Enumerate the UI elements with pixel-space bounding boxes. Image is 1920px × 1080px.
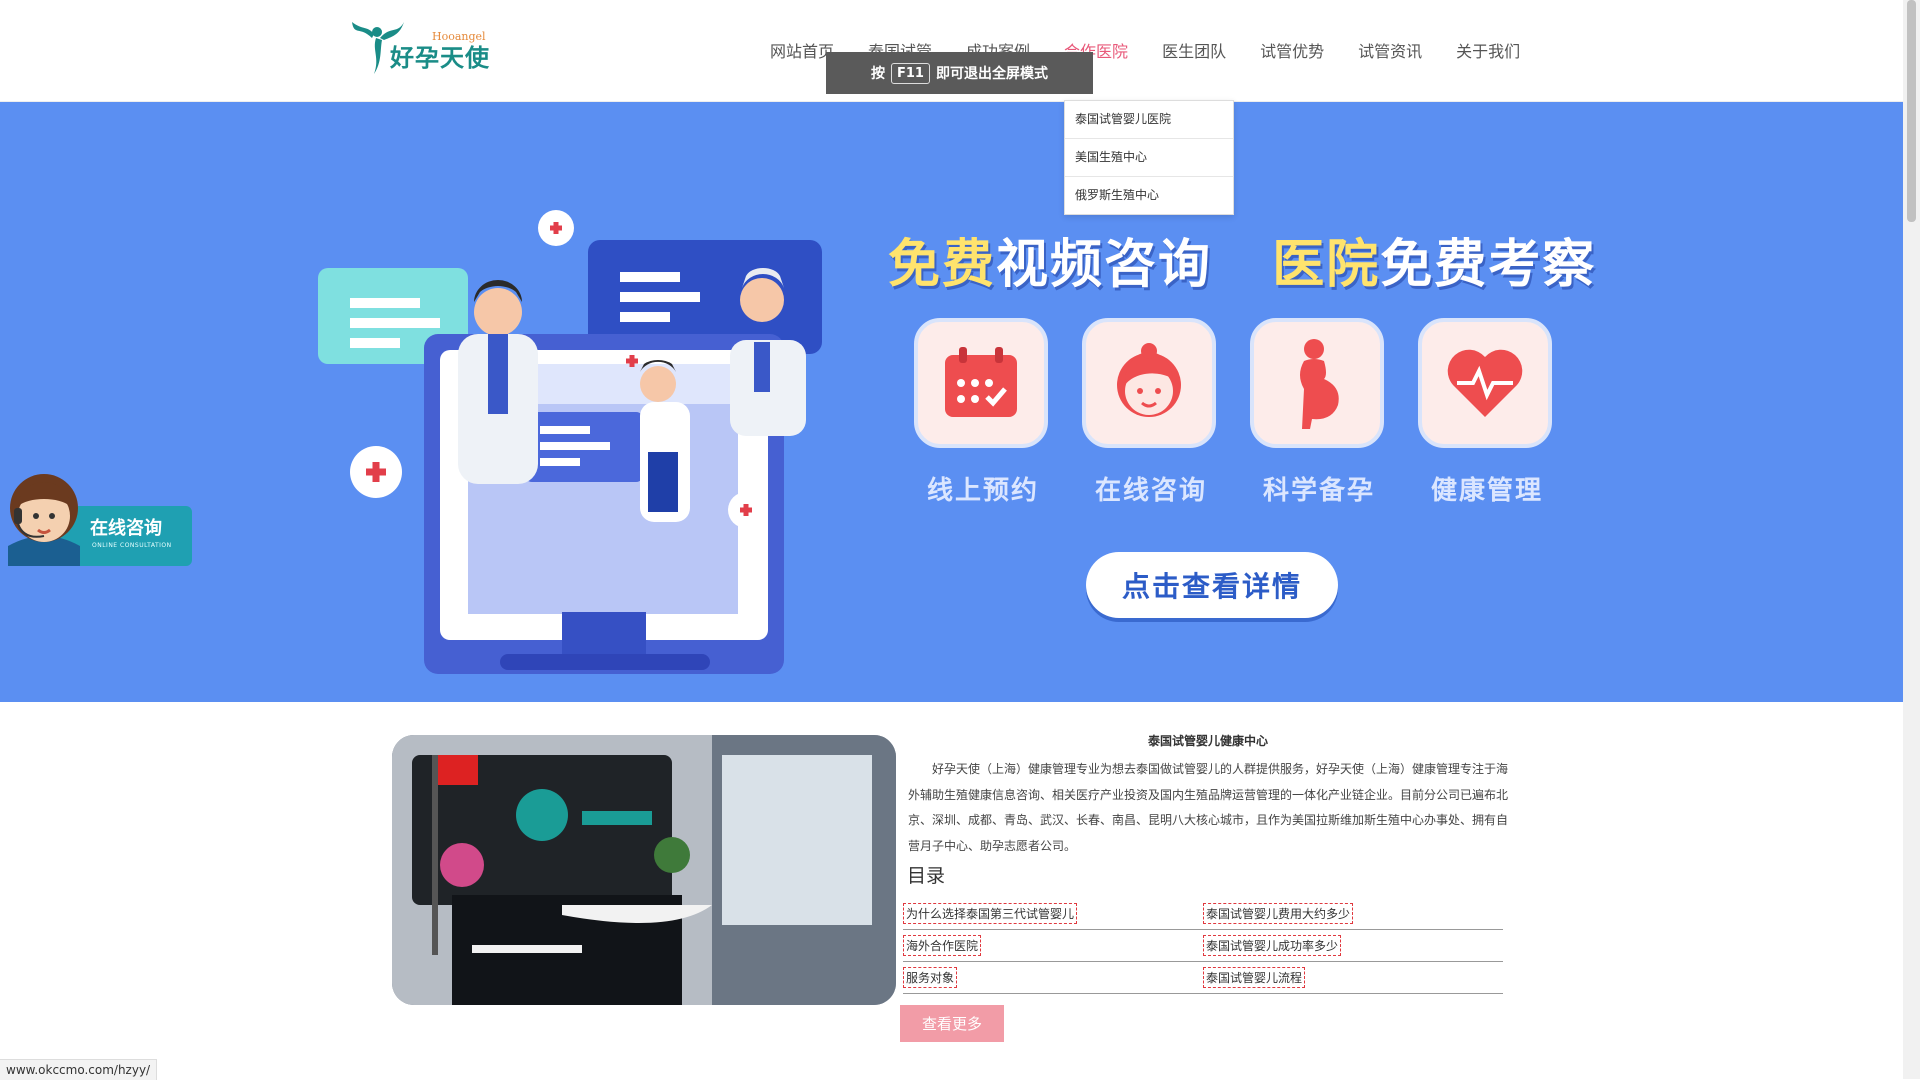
headline-video-consult: 视频咨询 (996, 235, 1213, 295)
toc-cell: 泰国试管婴儿费用大约多少 (1203, 903, 1503, 924)
feature-health-management[interactable]: 健康管理 (1418, 318, 1556, 507)
heart-pulse-icon (1447, 349, 1523, 417)
consultant-face-icon (1117, 343, 1181, 417)
about-title: 泰国试管婴儿健康中心 (1147, 734, 1268, 748)
partner-hospitals-dropdown: 泰国试管婴儿医院 美国生殖中心 俄罗斯生殖中心 (1064, 100, 1234, 215)
view-details-button[interactable]: 点击查看详情 (1086, 552, 1338, 618)
status-bar-url: www.okccmo.com/hzyy/ (0, 1059, 158, 1080)
view-more-button[interactable]: 查看更多 (900, 1005, 1004, 1042)
logo-chinese: 好孕天使 (390, 43, 490, 72)
toc-link[interactable]: 泰国试管婴儿费用大约多少 (1203, 903, 1354, 924)
feature-box (1418, 318, 1552, 448)
toc-link[interactable]: 泰国试管婴儿成功率多少 (1203, 935, 1342, 956)
hero-banner[interactable]: 免费视频咨询 医院免费考察 线上预约 在线咨询 科学备孕 健康管理 点击查看详情 (0, 102, 1903, 702)
headline-hospital: 医院 (1272, 235, 1381, 295)
feature-box (1082, 318, 1216, 448)
nav-about-us[interactable]: 关于我们 (1456, 38, 1520, 62)
banner-headline: 免费视频咨询 医院免费考察 (888, 222, 1596, 297)
headline-free: 免费 (888, 235, 997, 295)
table-of-contents: 为什么选择泰国第三代试管婴儿 泰国试管婴儿费用大约多少 海外合作医院 泰国试管婴… (903, 898, 1503, 994)
toc-cell: 泰国试管婴儿成功率多少 (1203, 935, 1503, 956)
pregnant-woman-icon (1300, 339, 1339, 429)
feature-online-booking[interactable]: 线上预约 (914, 318, 1052, 507)
about-description: 好孕天使（上海）健康管理专业为想去泰国做试管婴儿的人群提供服务，好孕天使（上海）… (908, 762, 1509, 853)
toc-row: 为什么选择泰国第三代试管婴儿 泰国试管婴儿费用大约多少 (903, 898, 1503, 930)
toc-link[interactable]: 海外合作医院 (903, 935, 982, 956)
toc-link[interactable]: 服务对象 (903, 967, 958, 988)
toc-link[interactable]: 泰国试管婴儿流程 (1203, 967, 1306, 988)
feature-label: 线上预约 (926, 476, 1039, 506)
feature-label: 在线咨询 (1094, 476, 1207, 506)
scrollbar-thumb[interactable] (1907, 0, 1916, 222)
nav-ivf-news[interactable]: 试管资讯 (1358, 38, 1422, 62)
reception-photo-image (392, 735, 896, 1005)
feature-label: 科学备孕 (1262, 476, 1375, 506)
toc-title: 目录 (907, 865, 946, 887)
feature-box (1250, 318, 1384, 448)
banner-features: 线上预约 在线咨询 科学备孕 健康管理 (914, 318, 1556, 507)
nav-home[interactable]: 网站首页 (770, 38, 834, 62)
office-reception-photo (392, 735, 896, 1005)
calendar-icon (945, 347, 1017, 417)
toc-row: 服务对象 泰国试管婴儿流程 (903, 962, 1503, 994)
toast-suffix: 即可退出全屏模式 (935, 66, 1048, 82)
toc-cell: 服务对象 (903, 967, 1203, 988)
toc-cell: 为什么选择泰国第三代试管婴儿 (903, 903, 1203, 924)
consultation-title: 在线咨询 (90, 518, 162, 539)
f11-key: F11 (891, 62, 930, 84)
online-consultation-widget[interactable]: 在线咨询 ONLINE CONSULTATION (0, 462, 192, 566)
nav-ivf-advantages[interactable]: 试管优势 (1260, 38, 1324, 62)
toc-link[interactable]: 为什么选择泰国第三代试管婴儿 (903, 903, 1078, 924)
nav-doctor-team[interactable]: 医生团队 (1162, 38, 1226, 62)
toc-cell: 海外合作医院 (903, 935, 1203, 956)
dropdown-item-thailand-hospital[interactable]: 泰国试管婴儿医院 (1065, 101, 1233, 139)
consultation-subtitle: ONLINE CONSULTATION (92, 542, 172, 549)
dropdown-item-us-center[interactable]: 美国生殖中心 (1065, 139, 1233, 177)
feature-box (914, 318, 1048, 448)
toc-cell: 泰国试管婴儿流程 (1203, 967, 1503, 988)
feature-pregnancy-prep[interactable]: 科学备孕 (1250, 318, 1388, 507)
feature-online-consult[interactable]: 在线咨询 (1082, 318, 1220, 507)
headline-free-visit: 免费考察 (1380, 235, 1597, 295)
feature-label: 健康管理 (1430, 476, 1543, 506)
fullscreen-exit-toast: 按 F11 即可退出全屏模式 (826, 52, 1093, 94)
vertical-scrollbar[interactable] (1903, 0, 1920, 1079)
support-agent-icon (8, 474, 80, 566)
toc-row: 海外合作医院 泰国试管婴儿成功率多少 (903, 930, 1503, 962)
site-logo[interactable]: Hooangel 好孕天使 (350, 16, 490, 76)
online-consultation-illustration (318, 210, 822, 674)
toast-prefix: 按 (871, 66, 885, 82)
dropdown-item-russia-center[interactable]: 俄罗斯生殖中心 (1065, 177, 1233, 214)
